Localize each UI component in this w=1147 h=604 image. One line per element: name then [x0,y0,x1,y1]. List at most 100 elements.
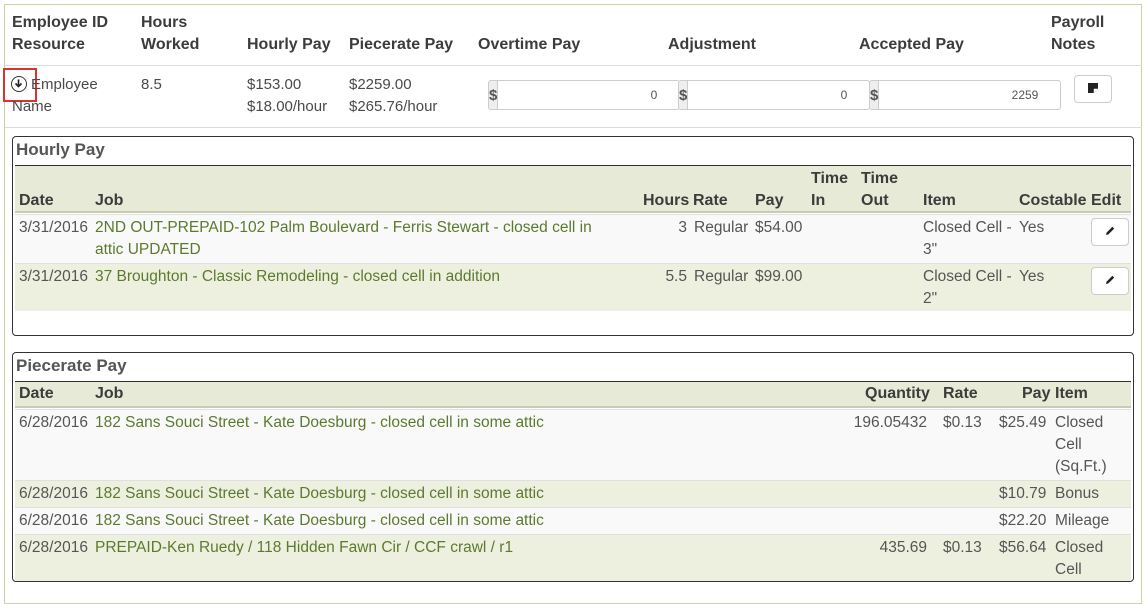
row-rate: Regular [694,219,749,236]
adjustment-input-group: $ [678,80,871,110]
table-row: 3/31/2016 37 Broughton - Classic Remodel… [15,263,1131,311]
row-rate: $0.13 [943,539,982,556]
row-job-line2: attic UPDATED [95,241,201,258]
hourly-pay-table-header: Date Job Hours Rate Pay Time In Time Out… [15,165,1131,213]
row-rate: $0.13 [943,414,982,431]
row-item-line1: Closed [1055,539,1104,556]
col-rate: Rate [693,192,728,209]
header-worked: Worked [141,36,200,53]
row-hours: 5.5 [665,268,687,285]
employee-name-line1: Employee [31,76,98,93]
overtime-pay-input[interactable] [497,80,681,110]
row-item-line1: Closed Cell - [923,219,1012,236]
currency-addon: $ [678,80,688,110]
pencil-icon [1104,224,1116,241]
col-date: Date [19,385,54,402]
col-rate: Rate [943,385,978,402]
col-item: Item [1055,385,1088,402]
row-hours: 3 [678,219,687,236]
col-time-out-line1: Time [861,170,899,187]
header-payroll: Payroll [1051,14,1105,31]
accepted-pay-input[interactable] [878,80,1062,110]
row-item-line2: 3" [923,241,938,258]
table-row: 3/31/2016 2ND OUT-PREPAID-102 Palm Boule… [15,214,1131,263]
row-pay: $25.49 [999,414,1047,431]
row-costable: Yes [1019,268,1045,285]
header-overtime-pay: Overtime Pay [478,36,581,53]
row-costable: Yes [1019,219,1045,236]
header-employee-id: Employee ID [12,14,109,31]
pencil-icon [1104,273,1116,290]
row-date: 6/28/2016 [19,539,88,556]
row-item-line2: 2" [923,290,938,307]
row-item-line1: Closed [1055,414,1104,431]
header-piecerate-pay: Piecerate Pay [349,36,454,53]
col-time-in-line1: Time [811,170,849,187]
row-date: 6/28/2016 [19,512,88,529]
hourly-pay-title: Hourly Pay [16,140,105,159]
row-item-line3: (Sq.Ft.) [1055,458,1107,475]
col-costable: Costable [1019,192,1087,209]
table-row: 6/28/2016 182 Sans Souci Street - Kate D… [15,409,1131,480]
edit-button[interactable] [1091,267,1129,295]
hourly-pay-panel: Hourly Pay Date Job Hours Rate Pay Time … [12,136,1134,336]
currency-addon: $ [488,80,498,110]
row-job: 182 Sans Souci Street - Kate Doesburg - … [95,414,544,431]
piecerate-pay-total: $2259.00 [349,76,412,93]
row-job: 182 Sans Souci Street - Kate Doesburg - … [95,485,544,502]
col-time-in-line2: In [811,192,826,209]
row-quantity: 435.69 [879,539,927,556]
row-rate: Regular [694,268,749,285]
col-pay: Pay [755,192,784,209]
row-pay: $22.20 [999,512,1047,529]
col-time-out-line2: Out [861,192,889,209]
piecerate-pay-rate: $265.76/hour [349,98,438,115]
hourly-pay-rate: $18.00/hour [247,98,328,115]
header-accepted-pay: Accepted Pay [859,36,964,53]
col-job: Job [95,385,124,402]
row-item-line2: Cell [1055,436,1082,453]
circle-arrow-down-icon[interactable] [11,76,27,92]
table-row: 6/28/2016 PREPAID-Ken Ruedy / 118 Hidden… [15,534,1131,581]
header-hours: Hours [141,14,188,31]
row-job-line1: 37 Broughton - Classic Remodeling - clos… [95,268,500,285]
row-item-line1: Mileage [1055,512,1110,529]
header-adjustment: Adjustment [668,36,756,53]
accepted-pay-input-group: $ [869,80,1062,110]
row-pay: $99.00 [755,268,803,285]
header-notes: Notes [1051,36,1096,53]
currency-addon: $ [869,80,879,110]
col-job: Job [95,192,124,209]
col-pay: Pay [1022,385,1051,402]
header-resource: Resource [12,36,85,53]
employee-name-line2: Name [12,98,53,115]
row-date: 6/28/2016 [19,414,88,431]
row-pay: $54.00 [755,219,803,236]
note-icon [1087,81,1099,98]
piecerate-pay-title: Piecerate Pay [16,356,127,375]
table-row: 6/28/2016 182 Sans Souci Street - Kate D… [15,507,1131,534]
row-date: 3/31/2016 [19,268,88,285]
piecerate-pay-panel: Piecerate Pay Date Job Quantity Rate Pay… [12,352,1134,582]
hours-worked-value: 8.5 [141,76,162,93]
hourly-pay-total: $153.00 [247,76,302,93]
overtime-pay-input-group: $ [488,80,681,110]
table-row: 6/28/2016 182 Sans Souci Street - Kate D… [15,480,1131,507]
col-hours: Hours [643,192,690,209]
row-date: 6/28/2016 [19,485,88,502]
row-item-line2: Cell [1055,561,1082,578]
piecerate-pay-table-header: Date Job Quantity Rate Pay Item [15,381,1131,408]
col-item: Item [923,192,956,209]
edit-button[interactable] [1091,218,1129,246]
col-quantity: Quantity [865,385,930,402]
row-job: 182 Sans Souci Street - Kate Doesburg - … [95,512,544,529]
header-hourly-pay: Hourly Pay [247,36,331,53]
row-item-line1: Bonus [1055,485,1099,502]
row-job-line1: 2ND OUT-PREPAID-102 Palm Boulevard - Fer… [95,219,592,236]
col-date: Date [19,192,54,209]
adjustment-input[interactable] [687,80,871,110]
row-pay: $10.79 [999,485,1047,502]
payroll-notes-button[interactable] [1074,75,1112,103]
row-job: PREPAID-Ken Ruedy / 118 Hidden Fawn Cir … [95,539,514,556]
col-edit: Edit [1091,192,1122,209]
